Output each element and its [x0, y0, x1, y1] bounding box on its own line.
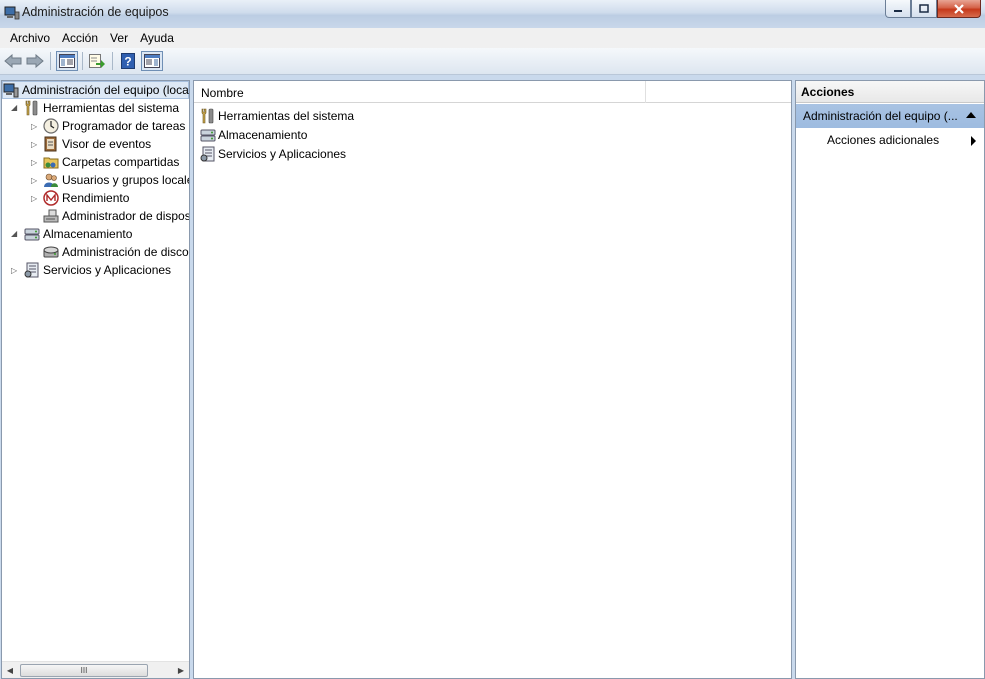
- tree-label: Administrador de dispositivos: [62, 209, 190, 223]
- computer-management-icon: [4, 6, 20, 20]
- users-icon: [43, 172, 59, 188]
- expand-icon[interactable]: ▷: [31, 177, 39, 185]
- storage-icon: [24, 226, 40, 242]
- back-button[interactable]: [3, 51, 23, 71]
- tree-item-device-manager[interactable]: Administrador de dispositivos: [43, 207, 190, 225]
- action-pane-button[interactable]: [141, 51, 163, 71]
- actions-header: Acciones: [796, 81, 984, 103]
- help-icon: ?: [121, 53, 135, 69]
- column-header-empty[interactable]: [646, 81, 791, 103]
- shared-folder-icon: [43, 154, 59, 170]
- actions-section-computer-management[interactable]: Administración del equipo (...: [796, 104, 984, 128]
- list-item-label: Herramientas del sistema: [218, 108, 355, 123]
- list-item[interactable]: Servicios y Aplicaciones: [200, 144, 346, 163]
- menu-ayuda[interactable]: Ayuda: [134, 28, 180, 48]
- tools-icon: [24, 100, 40, 116]
- tree-item-disk-management[interactable]: Administración de discos: [43, 243, 190, 261]
- list-item[interactable]: Almacenamiento: [200, 125, 307, 144]
- more-actions-label: Acciones adicionales: [827, 133, 940, 147]
- expand-icon[interactable]: ▷: [31, 141, 39, 149]
- list-item-label: Almacenamiento: [218, 127, 308, 142]
- column-header-name[interactable]: Nombre: [194, 81, 646, 103]
- tree-label: Programador de tareas: [62, 119, 186, 133]
- actions-section-label: Administración del equipo (...: [803, 109, 958, 123]
- tree-item-services[interactable]: Servicios y Aplicaciones: [24, 261, 171, 279]
- export-list-icon: [89, 54, 105, 68]
- services-icon: [24, 262, 40, 278]
- scroll-left-icon[interactable]: ◀: [4, 665, 16, 676]
- services-icon: [200, 146, 216, 162]
- tree-item-storage[interactable]: Almacenamiento: [24, 225, 132, 243]
- computer-icon: [3, 82, 19, 98]
- tree-label: Usuarios y grupos locales: [62, 173, 190, 187]
- tree-label: Servicios y Aplicaciones: [43, 263, 172, 277]
- console-tree: Administración del equipo (local) ◢ Herr…: [1, 80, 190, 679]
- performance-icon: [43, 190, 59, 206]
- tree-item-system-tools[interactable]: Herramientas del sistema: [24, 99, 179, 117]
- tools-icon: [200, 108, 216, 124]
- back-arrow-icon: [4, 54, 22, 68]
- action-pane-icon: [144, 54, 160, 68]
- results-pane: Nombre Herramientas del sistema Almacena…: [193, 80, 792, 679]
- disk-icon: [43, 244, 59, 260]
- tree-label: Administración de discos: [62, 245, 190, 259]
- expand-icon[interactable]: ▷: [31, 123, 39, 131]
- storage-icon: [200, 127, 216, 143]
- event-viewer-icon: [43, 136, 59, 152]
- tree-label: Almacenamiento: [43, 227, 133, 241]
- clock-icon: [43, 118, 59, 134]
- list-header: Nombre: [194, 81, 791, 103]
- tree-label: Administración del equipo (local): [22, 83, 190, 97]
- title-bar: Administración de equipos: [0, 0, 985, 28]
- close-button[interactable]: [937, 0, 981, 18]
- menu-ver[interactable]: Ver: [104, 28, 134, 48]
- scroll-right-icon[interactable]: ▶: [175, 665, 187, 676]
- menu-bar: Archivo Acción Ver Ayuda: [0, 28, 985, 48]
- tree-label: Rendimiento: [62, 191, 130, 205]
- tree-item-performance[interactable]: Rendimiento: [43, 189, 129, 207]
- tree-label: Carpetas compartidas: [62, 155, 180, 169]
- device-manager-icon: [43, 208, 59, 224]
- show-hide-tree-icon: [59, 54, 75, 68]
- window-title: Administración de equipos: [22, 5, 169, 19]
- toolbar: ?: [0, 48, 985, 75]
- tree-item-local-users[interactable]: Usuarios y grupos locales: [43, 171, 190, 189]
- scrollbar-thumb[interactable]: III: [20, 664, 148, 677]
- list-item[interactable]: Herramientas del sistema: [200, 106, 354, 125]
- collapse-icon[interactable]: ◢: [11, 104, 19, 112]
- export-list-button[interactable]: [87, 51, 107, 71]
- menu-archivo[interactable]: Archivo: [4, 28, 56, 48]
- maximize-button[interactable]: [911, 0, 937, 18]
- actions-pane: Acciones Administración del equipo (... …: [795, 80, 985, 679]
- collapse-icon[interactable]: ◢: [11, 230, 19, 238]
- tree-item-task-scheduler[interactable]: Programador de tareas: [43, 117, 185, 135]
- tree-item-root[interactable]: Administración del equipo (local): [2, 81, 189, 99]
- show-hide-tree-button[interactable]: [56, 51, 78, 71]
- tree-item-shared-folders[interactable]: Carpetas compartidas: [43, 153, 179, 171]
- menu-accion[interactable]: Acción: [56, 28, 104, 48]
- collapse-up-icon[interactable]: [966, 112, 976, 118]
- forward-button[interactable]: [25, 51, 45, 71]
- expand-icon[interactable]: ▷: [31, 195, 39, 203]
- more-actions-item[interactable]: Acciones adicionales: [796, 129, 984, 151]
- minimize-button[interactable]: [885, 0, 911, 18]
- submenu-arrow-icon: [971, 136, 976, 146]
- horizontal-scrollbar[interactable]: ◀ III ▶: [2, 661, 189, 678]
- tree-item-event-viewer[interactable]: Visor de eventos: [43, 135, 151, 153]
- tree-label: Herramientas del sistema: [43, 101, 180, 115]
- forward-arrow-icon: [26, 54, 44, 68]
- list-item-label: Servicios y Aplicaciones: [218, 146, 347, 161]
- tree-label: Visor de eventos: [62, 137, 152, 151]
- svg-text:?: ?: [124, 55, 131, 69]
- help-button[interactable]: ?: [118, 51, 138, 71]
- expand-icon[interactable]: ▷: [31, 159, 39, 167]
- expand-icon[interactable]: ▷: [11, 267, 19, 275]
